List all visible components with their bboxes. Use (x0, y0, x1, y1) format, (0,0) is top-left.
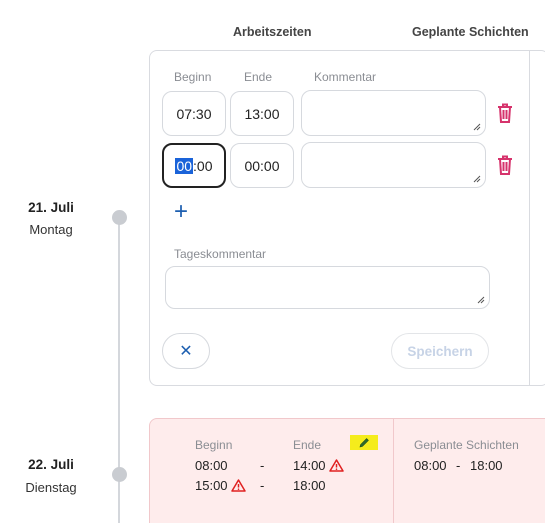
entry-end-value: 14:00 (293, 458, 326, 473)
begin-label: Beginn (174, 70, 212, 84)
timeline-dot (112, 467, 127, 482)
begin-time-input[interactable]: 07:30 (162, 91, 226, 136)
save-button[interactable]: Speichern (391, 333, 489, 369)
day-weekday: Montag (29, 222, 73, 237)
entry-end: 14:00 (293, 458, 344, 473)
planned-dash: - (456, 458, 461, 473)
cancel-button[interactable]: ✕ (162, 333, 210, 369)
begin-hour-selected: 00 (175, 157, 194, 174)
planned-shifts-label: Geplante Schichten (414, 438, 519, 452)
resize-grip-icon[interactable] (473, 175, 481, 183)
comment-input[interactable] (301, 142, 486, 188)
card-divider (393, 419, 394, 523)
begin-time-input[interactable]: 00:00 (162, 143, 226, 188)
entry-end: 18:00 (293, 478, 326, 493)
pencil-icon (359, 437, 369, 447)
day-comment-input[interactable] (165, 266, 490, 309)
end-time-value: 13:00 (244, 105, 280, 122)
timeline-dot (112, 210, 127, 225)
save-button-label: Speichern (407, 343, 473, 359)
resize-grip-icon[interactable] (473, 123, 481, 131)
day-date: 22. Juli (28, 457, 74, 472)
comment-label: Kommentar (314, 70, 377, 84)
entry-begin: 15:00 (195, 478, 246, 493)
begin-time-value: 07:30 (176, 105, 212, 122)
planned-end: 18:00 (470, 458, 503, 473)
trash-icon[interactable] (497, 103, 513, 123)
resize-grip-icon[interactable] (477, 296, 485, 304)
close-icon: ✕ (179, 343, 193, 360)
begin-label: Beginn (195, 438, 233, 452)
day-comment-label: Tageskommentar (174, 247, 267, 261)
trash-icon[interactable] (497, 155, 513, 175)
card-divider (529, 51, 530, 385)
day-weekday: Dienstag (25, 480, 77, 495)
entry-dash: - (260, 478, 265, 493)
column-header-work-times: Arbeitszeiten (233, 25, 312, 39)
end-label: Ende (293, 438, 322, 452)
comment-input[interactable] (301, 90, 486, 136)
begin-minutes: :00 (193, 157, 213, 174)
end-time-value: 00:00 (244, 157, 280, 174)
end-label: Ende (244, 70, 273, 84)
warning-icon (329, 459, 344, 472)
entry-begin-value: 15:00 (195, 478, 228, 493)
day-date: 21. Juli (28, 200, 74, 215)
plus-icon[interactable]: + (174, 200, 188, 224)
entry-begin: 08:00 (195, 458, 228, 473)
warning-icon (231, 479, 246, 492)
end-time-input[interactable]: 00:00 (230, 143, 294, 188)
end-time-input[interactable]: 13:00 (230, 91, 294, 136)
edit-button[interactable] (350, 435, 378, 450)
planned-begin: 08:00 (414, 458, 447, 473)
entry-dash: - (260, 458, 265, 473)
column-header-planned-shifts: Geplante Schichten (412, 25, 529, 39)
